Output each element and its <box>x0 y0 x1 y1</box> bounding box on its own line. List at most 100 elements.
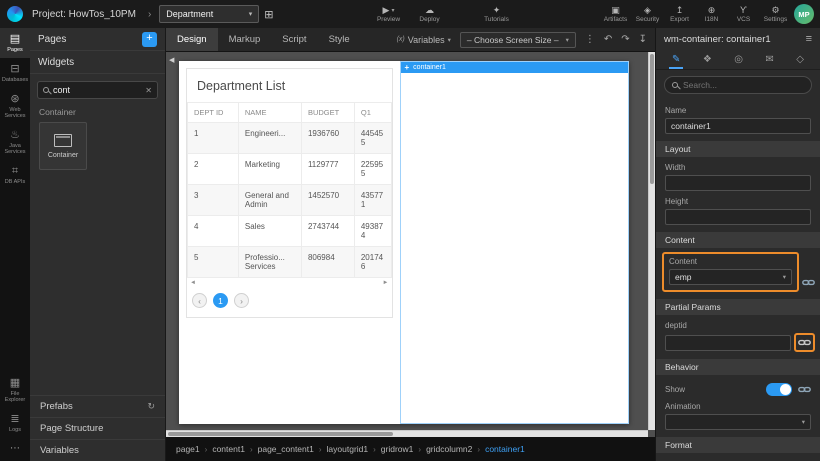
tab-style[interactable]: Style <box>318 28 361 51</box>
rail-item-file-explorer[interactable]: ▦ File Explorer <box>0 372 30 408</box>
scrollbar-thumb[interactable] <box>650 54 654 184</box>
canvas-vertical-scrollbar[interactable] <box>648 52 655 430</box>
save-icon[interactable]: ↧ <box>639 34 647 45</box>
canvas-horizontal-scrollbar[interactable] <box>166 430 648 437</box>
height-label: Height <box>665 197 811 206</box>
add-page-button[interactable]: + <box>142 32 157 47</box>
deploy-button[interactable]: ☁ Deploy <box>417 5 442 23</box>
height-input[interactable] <box>665 209 811 225</box>
container1-widget[interactable]: + container1 <box>400 61 630 424</box>
variables-menu[interactable]: (x) Variables ▾ <box>397 35 451 45</box>
rail-item-databases[interactable]: ⊟ Databases <box>0 58 30 88</box>
styles-icon: ❖ <box>703 54 712 65</box>
bind-link-icon[interactable] <box>798 336 811 349</box>
deptid-input[interactable] <box>665 335 791 351</box>
caret-down-icon: ▾ <box>783 273 786 281</box>
artifacts-button[interactable]: ▣ Artifacts <box>603 5 628 23</box>
show-toggle[interactable] <box>766 383 792 396</box>
breadcrumb-item[interactable]: page_content1 <box>258 444 314 454</box>
collapse-panel-icon[interactable]: ◀ <box>169 56 174 64</box>
table-row[interactable]: 4 Sales 2743744 493874 <box>188 216 392 247</box>
page-next-button[interactable]: › <box>234 293 249 308</box>
widget-search-input[interactable] <box>53 85 141 95</box>
breadcrumb-item[interactable]: gridrow1 <box>381 444 414 454</box>
tab-properties[interactable]: ✎ <box>669 50 683 69</box>
breadcrumb-item[interactable]: page1 <box>176 444 200 454</box>
apps-grid-icon[interactable]: ⊞ <box>264 8 273 21</box>
deptid-label: deptid <box>665 321 811 330</box>
prefabs-section[interactable]: Prefabs ↻ <box>30 395 165 417</box>
i18n-button[interactable]: ⊕ I18N <box>699 5 724 23</box>
breadcrumb-item[interactable]: content1 <box>212 444 245 454</box>
kebab-menu-icon[interactable]: ⋮ <box>585 34 595 45</box>
department-list-widget[interactable]: Department List DEPT ID NAME BUDGET Q1 <box>186 68 393 318</box>
properties-header: wm-container: container1 ≡ <box>656 28 820 50</box>
topbar-mid-actions: ▶ ▾ Preview ☁ Deploy ✦ Tutorials <box>376 0 509 28</box>
page-prev-button[interactable]: ‹ <box>192 293 207 308</box>
container1-selection-header[interactable]: + container1 <box>401 62 629 73</box>
search-icon <box>672 82 678 88</box>
table-row[interactable]: 3 General and Admin 1452570 435771 <box>188 185 392 216</box>
width-input[interactable] <box>665 175 811 191</box>
rail-item-pages[interactable]: ▤ Pages <box>0 28 30 58</box>
properties-panel: wm-container: container1 ≡ ✎ ❖ ◎ ✉ ◇ Nam… <box>655 28 820 461</box>
scrollbar-thumb[interactable] <box>168 432 393 436</box>
i18n-icon: ⊕ <box>708 5 716 15</box>
hamburger-menu-icon[interactable]: ≡ <box>806 33 812 45</box>
clear-search-icon[interactable]: ✕ <box>145 86 152 95</box>
animation-select[interactable]: ▾ <box>665 414 811 430</box>
tab-markup[interactable]: Markup <box>218 28 272 51</box>
bind-link-icon[interactable] <box>802 276 815 289</box>
tab-inspect[interactable]: ◎ <box>731 50 746 69</box>
security-icon: ◈ <box>644 5 651 15</box>
page-structure-section[interactable]: Page Structure <box>30 417 165 439</box>
content-select[interactable]: emp ▾ <box>669 269 792 285</box>
undo-icon[interactable]: ↶ <box>604 34 612 45</box>
rail-item-web-services[interactable]: ⊛ Web Services <box>0 88 30 124</box>
animation-label: Animation <box>665 402 811 411</box>
show-field-row: Show <box>665 383 811 396</box>
vcs-button[interactable]: ϒ VCS <box>731 5 756 23</box>
variables-section[interactable]: Variables <box>30 439 165 461</box>
deploy-icon: ☁ <box>425 5 434 15</box>
tutorials-button[interactable]: ✦ Tutorials <box>484 5 509 23</box>
preview-button[interactable]: ▶ ▾ Preview <box>376 5 401 23</box>
rail-item-logs[interactable]: ≣ Logs <box>0 408 30 438</box>
chevron-right-icon: › <box>373 445 376 454</box>
container-widget-tile[interactable]: Container <box>39 122 87 170</box>
user-avatar[interactable]: MP <box>794 4 814 24</box>
more-menu-icon[interactable]: ⋯ <box>0 438 30 461</box>
properties-search-input[interactable] <box>683 80 804 90</box>
breadcrumb-item[interactable]: gridcolumn2 <box>426 444 472 454</box>
page-current-button[interactable]: 1 <box>213 293 228 308</box>
scroll-left-icon[interactable]: ◄ <box>190 280 196 286</box>
tab-design[interactable]: Design <box>166 28 218 51</box>
rail-item-db-apis[interactable]: ⌗ DB APIs <box>0 160 30 190</box>
screen-size-dropdown[interactable]: – Choose Screen Size – ▾ <box>460 32 576 48</box>
caret-down-icon: ▾ <box>566 36 569 44</box>
tab-events[interactable]: ✉ <box>762 50 776 69</box>
table-row[interactable]: 2 Marketing 1129777 225955 <box>188 154 392 185</box>
app-logo-icon[interactable] <box>7 6 23 22</box>
scroll-right-icon[interactable]: ► <box>383 280 389 286</box>
redo-icon[interactable]: ↷ <box>621 34 629 45</box>
bind-link-icon[interactable] <box>798 383 811 396</box>
table-row[interactable]: 5 Professio... Services 806984 201746 <box>188 247 392 278</box>
rail-item-java-services[interactable]: ♨ Java Services <box>0 124 30 160</box>
page-selector-dropdown[interactable]: Department ▾ <box>159 5 259 23</box>
widgets-section-header[interactable]: Widgets <box>30 51 165 74</box>
breadcrumb-item-active[interactable]: container1 <box>485 444 525 454</box>
tab-script[interactable]: Script <box>271 28 317 51</box>
settings-button[interactable]: ⚙ Settings <box>763 5 788 23</box>
security-button[interactable]: ◈ Security <box>635 5 660 23</box>
breadcrumb-item[interactable]: layoutgrid1 <box>327 444 369 454</box>
tab-styles[interactable]: ❖ <box>700 50 715 69</box>
refresh-icon[interactable]: ↻ <box>147 401 155 412</box>
tab-outline[interactable]: ◇ <box>793 50 807 69</box>
name-input[interactable] <box>665 118 811 134</box>
chevron-right-icon: › <box>250 445 253 454</box>
export-button[interactable]: ↥ Export <box>667 5 692 23</box>
page-selector-value: Department <box>166 9 213 19</box>
drag-handle-icon[interactable]: + <box>405 64 410 72</box>
table-row[interactable]: 1 Engineeri... 1936760 445455 <box>188 123 392 154</box>
